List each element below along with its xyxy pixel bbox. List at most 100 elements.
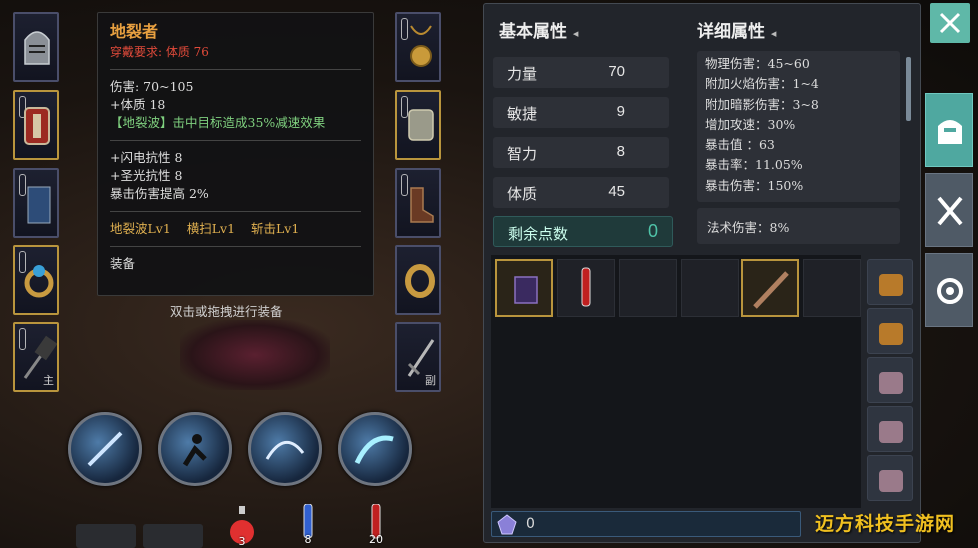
locked-bag-icon [879,372,903,394]
item-damage: 伤害: 70~105 [110,79,194,94]
item-crit: 暴击伤害提高 2% [110,186,209,201]
tab-character[interactable] [925,93,973,167]
main-hand-tag: 主 [43,374,54,387]
bracelet-icon [405,264,435,298]
detail-line: 暴击伤害：150% [705,177,804,193]
tab-settings[interactable] [925,253,973,327]
skill-button-1[interactable] [68,412,142,486]
magic-damage-row: 法术伤害：8% [697,208,900,244]
dash-skill-icon [182,434,207,467]
stat-label: 力量 [507,65,538,83]
detail-line: 暴击值 ：63 [705,137,775,153]
basic-attributes-title[interactable]: 基本属性 ◂ [499,17,578,42]
equip-hint: 双击或拖拽进行装备 [170,304,283,319]
large-health-potion-count: 20 [369,533,383,546]
detail-line: 暴击率：11.05% [705,157,803,173]
health-potion[interactable]: 3 [228,506,256,548]
off-hand-tag: 副 [425,374,436,387]
inventory-slot[interactable] [681,259,739,317]
mana-potion[interactable]: 8 [294,503,322,546]
item-tooltip: 地裂者 穿戴要求: 体质 76 伤害: 70~105 +体质 18 【地裂波】击… [97,12,374,296]
necklace-slot[interactable] [395,12,441,82]
tab-skills[interactable] [925,173,973,247]
skill-button-3[interactable] [248,412,322,486]
item-requirement: 穿戴要求: 体质 76 [110,45,209,59]
ring-icon [24,265,54,298]
stat-value: 70 [608,63,625,80]
detail-line: 物理伤害：45~60 [705,56,810,71]
gem-currency-bar: 0 [491,511,801,537]
gem-count: 0 [526,516,535,532]
remaining-points-row: 剩余点数 0 [493,216,673,247]
off-weapon-slot[interactable]: 副 [395,322,441,392]
inventory-slot[interactable] [619,259,677,317]
boots-slot[interactable] [395,168,441,238]
gloves-slot[interactable] [395,90,441,160]
large-health-potion[interactable]: 20 [362,503,390,546]
detail-line: 附加暗影伤害：3~8 [705,96,819,112]
leg-armor-icon [27,186,51,224]
quick-slot-1[interactable] [76,524,136,548]
pants-slot[interactable] [13,168,59,238]
stat-label: 智力 [507,145,538,163]
wave-skill-icon [354,435,394,465]
stat-row-agility: 敏捷 9 [493,97,669,128]
basic-attributes-label: 基本属性 [499,22,567,42]
detail-scrollbar[interactable] [906,57,911,121]
slash-skill-icon [87,431,123,467]
remaining-points-label: 剩余点数 [508,225,569,243]
collapse-arrow-icon: ◂ [770,27,777,40]
stat-row-strength: 力量 70 [493,57,669,88]
detail-line: 增加攻速：30% [705,116,796,132]
red-vial-icon [581,267,591,307]
gauntlet-icon [408,109,434,141]
stat-value: 45 [608,183,625,200]
detail-attributes-title[interactable]: 详细属性 ◂ [697,17,776,42]
necklace-icon [410,25,432,67]
remaining-points-value: 0 [647,221,658,241]
stat-value: 8 [616,143,625,160]
inventory-slot[interactable] [803,259,861,317]
item-stat: +体质 18 [110,97,166,112]
bag-slot[interactable] [867,406,913,452]
helmet-slot[interactable] [13,12,59,82]
inventory-slot[interactable] [495,259,553,317]
inventory-slot[interactable] [557,259,615,317]
club-icon [753,271,789,309]
stat-value: 9 [616,103,625,120]
gear-icon [937,278,963,304]
skill-button-2[interactable] [158,412,232,486]
quick-slot-2[interactable] [143,524,203,548]
locked-bag-icon [879,470,903,492]
item-resist-holy: +圣光抗性 8 [110,168,183,183]
ring-slot-right[interactable] [395,245,441,315]
chest-armor-icon [24,107,50,145]
equip-action[interactable]: 装备 [110,255,361,273]
bag-slot[interactable] [867,455,913,501]
bag-slot[interactable] [867,308,913,354]
item-resist-lightning: +闪电抗性 8 [110,150,183,165]
item-name: 地裂者 [110,22,159,41]
close-icon [939,12,961,34]
armor-slot[interactable] [13,90,59,160]
item-effect: 【地裂波】击中目标造成35%减速效果 [110,115,326,130]
bag-icon [879,274,903,296]
close-button[interactable] [930,3,970,43]
skill-button-4[interactable] [338,412,412,486]
bag-slot[interactable] [867,357,913,403]
ring-slot-left[interactable] [13,245,59,315]
bag-icon [879,323,903,345]
stat-label: 体质 [507,185,538,203]
crystal-icon [497,514,517,535]
item-skill-2: 横扫Lv1 [186,221,236,236]
bag-slot[interactable] [867,259,913,305]
health-potion-count: 3 [238,535,246,548]
helmet-tab-icon [938,120,962,144]
character-model [180,320,330,390]
crossed-swords-icon [937,196,963,226]
main-weapon-slot[interactable]: 主 [13,322,59,392]
detail-attributes-list: 物理伤害：45~60 附加火焰伤害：1~4 附加暗影伤害：3~8 增加攻速：30… [697,51,900,202]
locked-bag-icon [879,421,903,443]
detail-line: 附加火焰伤害：1~4 [705,76,819,92]
inventory-slot[interactable] [741,259,799,317]
